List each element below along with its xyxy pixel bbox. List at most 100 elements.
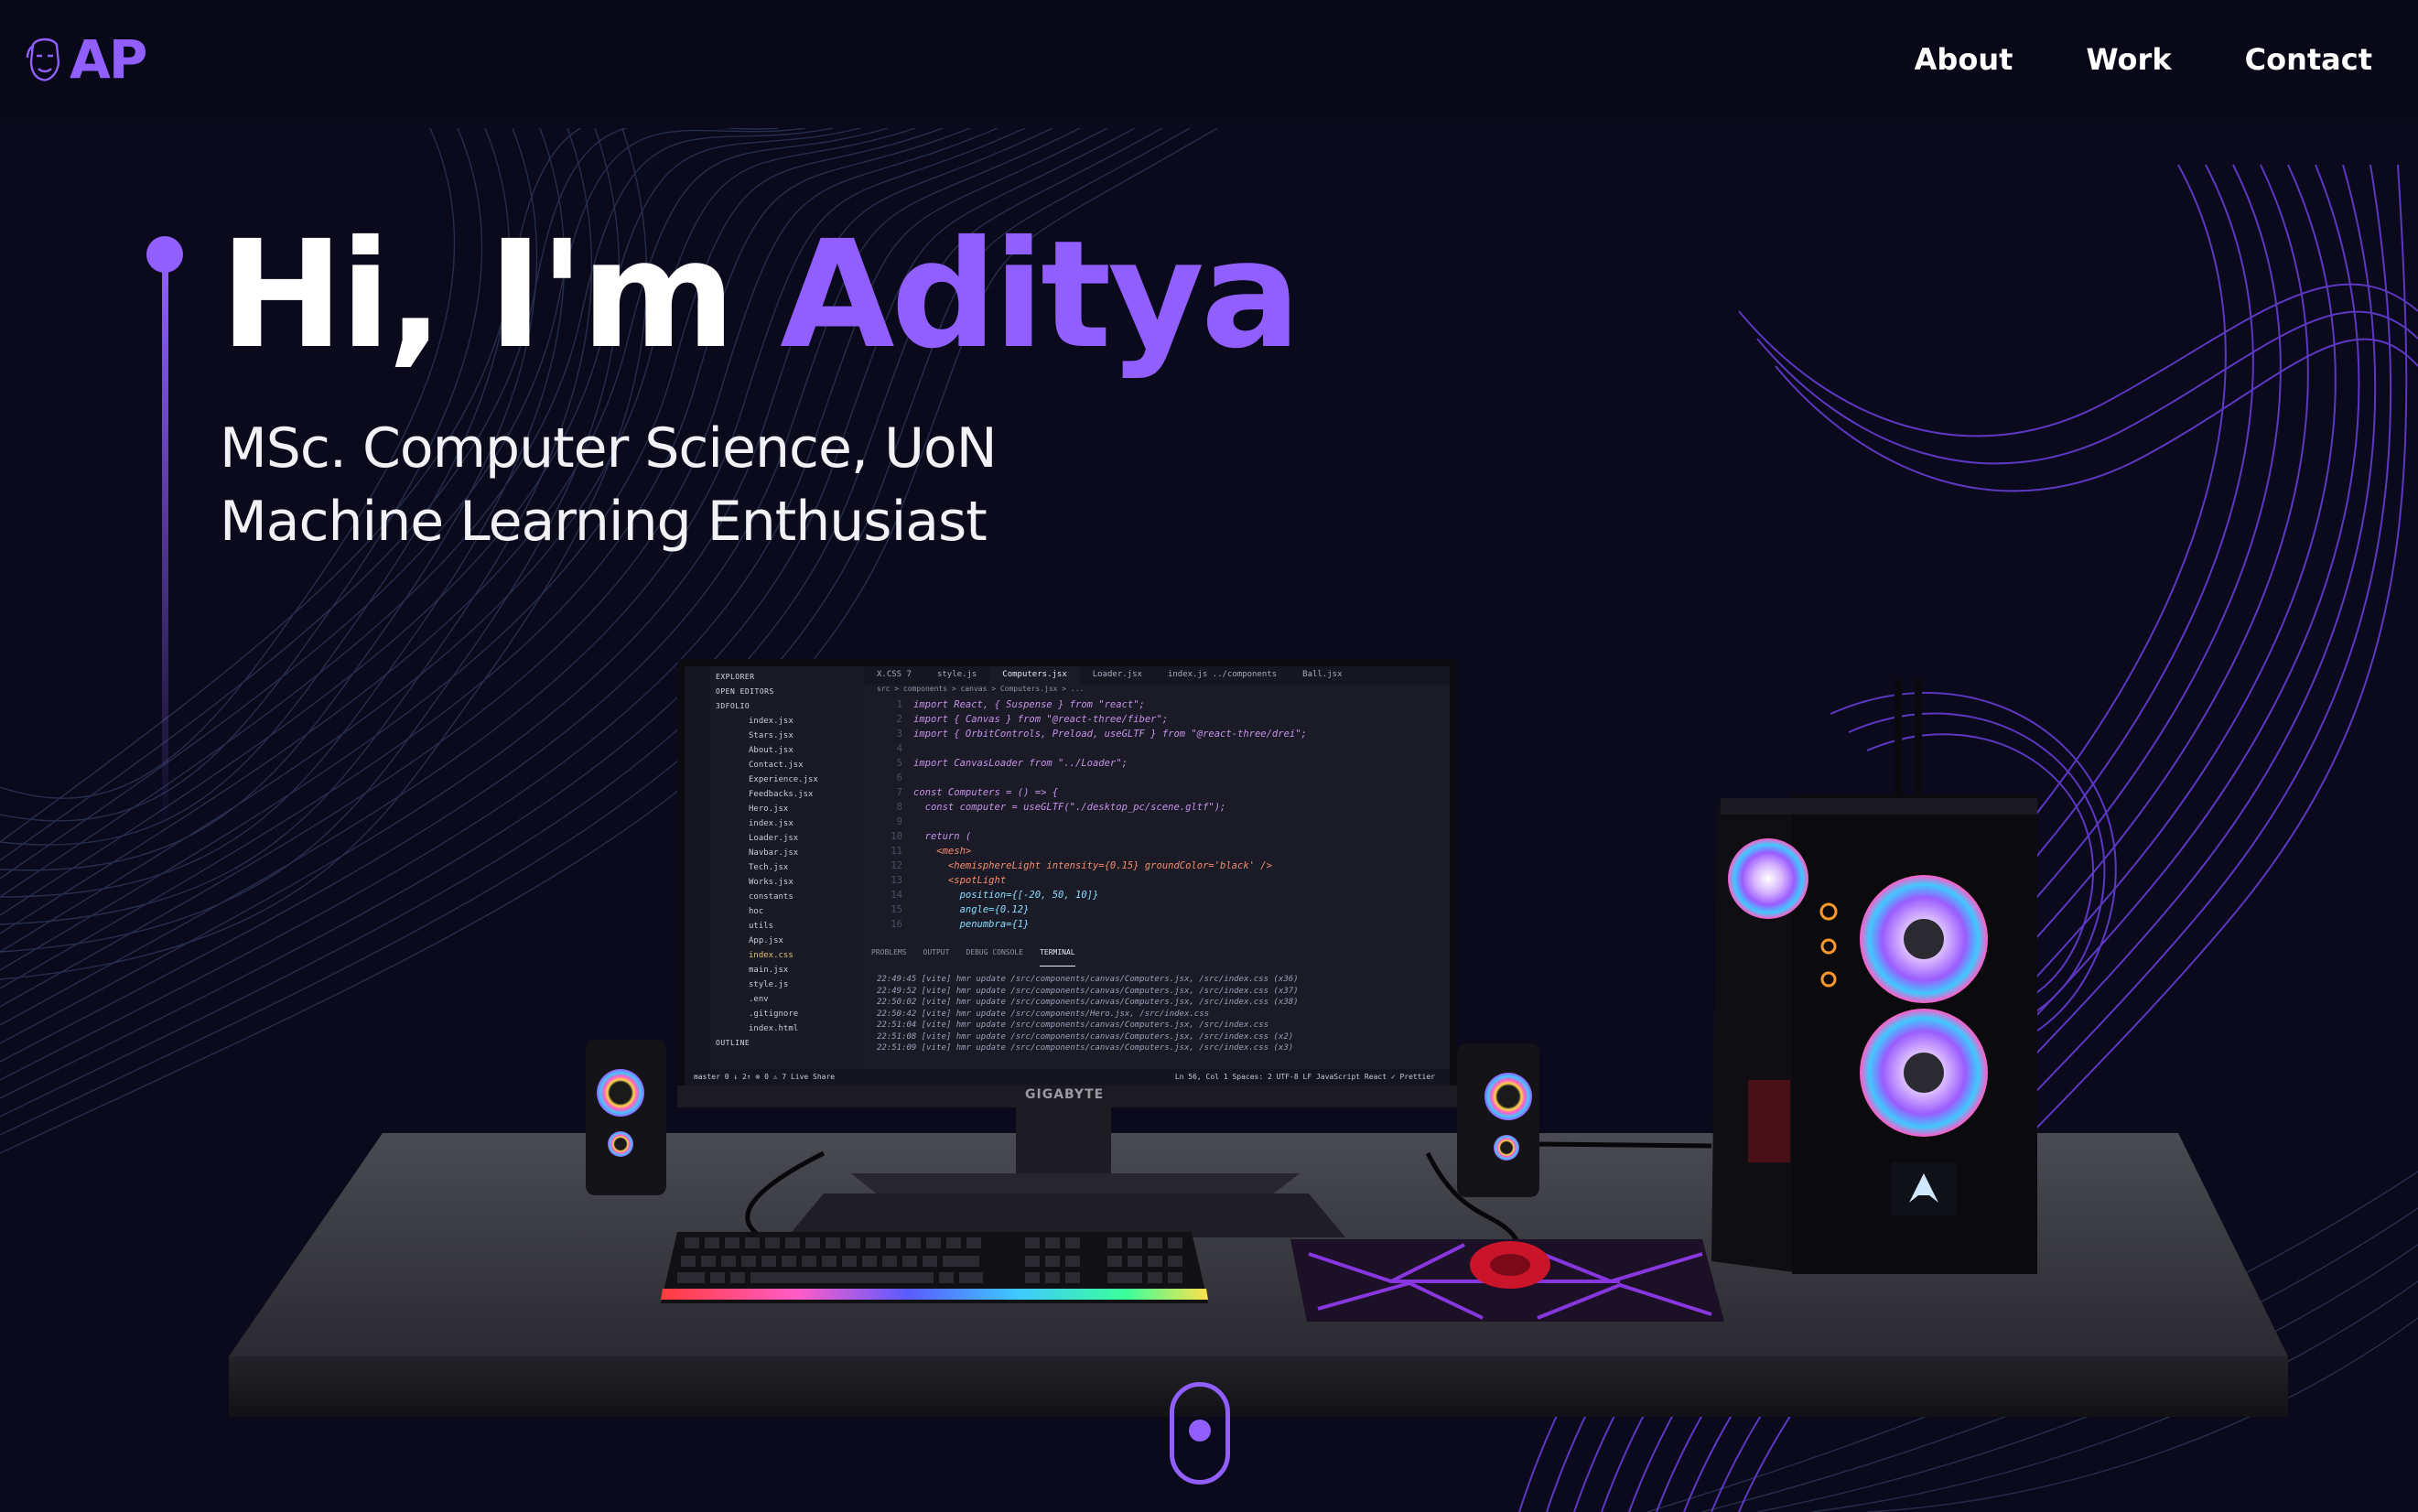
mouse-scroll-icon[interactable] [1170,1382,1230,1485]
explorer-folder: hoc [749,907,764,916]
keyboard-rgb-strip [661,1289,1208,1300]
monitor-foot [787,1193,1345,1237]
editor-status-bar: master 0 ↓ 2↑ ⊗ 0 ⚠ 7 Live Share Ln 56, … [685,1069,1450,1085]
code-line: 9 [873,815,1413,829]
line-number: 15 [891,904,902,915]
explorer-file: index.css [749,951,793,960]
hero-name: Aditya [780,210,1301,382]
hero-subtitle-line1: MSc. Computer Science, UoN [220,416,998,481]
code-line: 16 penumbra={1} [873,917,1413,932]
mouse-grip [1490,1254,1530,1276]
navbar: AP About Work Contact [0,0,2418,119]
line-number: 3 [896,729,902,740]
code-line: 14 position={[-20, 50, 10]} [873,888,1413,902]
pc-gpu [1748,1080,1790,1162]
nav-link-work[interactable]: Work [2086,42,2171,77]
explorer-file: index.jsx [749,819,793,828]
status-right: Ln 56, Col 1 Spaces: 2 UTF-8 LF JavaScri… [1174,1073,1435,1081]
code-text: const computer = useGLTF("./desktop_pc/s… [913,802,1226,813]
editor-tab: Ball.jsx [1302,670,1343,679]
editor-code: 1 import React, { Suspense } from "react"… [864,697,1413,930]
panel-tab: DEBUG CONSOLE [966,948,1024,956]
line-number: 1 [896,699,902,710]
router-antenna [1915,679,1922,807]
editor-activity-bar [685,666,710,1085]
editor-tab: style.js [936,670,977,679]
code-line: 2 import { Canvas } from "@react-three/fi… [873,712,1413,727]
line-number: 11 [891,846,902,857]
explorer-file: App.jsx [749,936,783,945]
terminal-line: 22:50:02 [vite] hmr update /src/componen… [877,998,1299,1007]
code-line: 5 import CanvasLoader from "../Loader"; [873,756,1413,771]
explorer-file: Navbar.jsx [749,848,799,858]
explorer-file: Hero.jsx [749,805,789,814]
editor-tab-active: Computers.jsx [989,666,1080,685]
line-number: 7 [896,787,902,798]
editor-tab: index.js ../components [1167,670,1278,679]
editor-tab: X.CSS 7 [877,670,912,679]
explorer-file: Loader.jsx [749,834,799,843]
project-folder: 3DFOLIO [716,702,750,710]
code-line: 13 <spotLight [873,873,1413,888]
outline-header: OUTLINE [716,1039,750,1047]
explorer-file: Experience.jsx [749,775,818,784]
line-number: 16 [891,919,902,930]
nav-link-contact[interactable]: Contact [2245,42,2372,77]
line-number: 8 [896,802,902,813]
code-text: angle={0.12} [913,904,1030,915]
terminal-line: 22:49:45 [vite] hmr update /src/componen… [877,975,1299,984]
explorer-folder: utils [749,922,774,931]
editor-tab: Loader.jsx [1092,670,1142,679]
speaker-left [586,1040,666,1195]
terminal-line: 22:51:04 [vite] hmr update /src/componen… [877,1021,1269,1030]
speaker-right [1457,1043,1539,1197]
speaker-right-tweeter [1494,1135,1519,1161]
code-line: 7 const Computers = () => { [873,785,1413,800]
editor-explorer: EXPLORER OPEN EDITORS 3DFOLIO index.jsx … [710,666,864,1069]
panel-tabs: PROBLEMS OUTPUT DEBUG CONSOLE TERMINAL [864,948,1450,967]
terminal-line: 22:51:08 [vite] hmr update /src/componen… [877,1031,1294,1042]
scroll-dot [1189,1420,1211,1442]
monitor-brand: GIGABYTE [1025,1087,1105,1102]
explorer-file: Contact.jsx [749,761,804,770]
router-antenna [1894,679,1902,807]
editor-tabs: X.CSS 7 style.js Computers.jsx Loader.js… [864,666,1450,685]
code-line: 15 angle={0.12} [873,902,1413,917]
code-text: penumbra={1} [913,919,1030,930]
logo[interactable]: AP [26,33,147,86]
line-number: 4 [896,743,902,754]
explorer-file: Stars.jsx [749,731,793,740]
code-text: <spotLight [913,875,1007,886]
code-line: 8 const computer = useGLTF("./desktop_pc… [873,800,1413,815]
explorer-folder: constants [749,892,793,902]
line-number: 2 [896,714,902,725]
explorer-file: .env [749,995,769,1004]
line-number: 5 [896,758,902,769]
code-text: import { Canvas } from "@react-three/fib… [913,714,1169,725]
explorer-file: About.jsx [749,746,793,755]
explorer-file: main.jsx [749,966,789,975]
line-number: 6 [896,772,902,783]
code-line: 10 return ( [873,829,1413,844]
panel-tab-active: TERMINAL [1040,948,1075,967]
cable [1538,1141,1712,1149]
hero-greeting: Hi, I'm [220,210,781,382]
pc-front-fan-top-hub [1904,919,1944,959]
code-text: const Computers = () => { [913,787,1059,798]
speaker-right-woofer [1484,1073,1532,1120]
panel-tab: OUTPUT [923,948,950,956]
explorer-file: .gitignore [749,1010,799,1019]
status-left: master 0 ↓ 2↑ ⊗ 0 ⚠ 7 Live Share [694,1073,836,1081]
code-text: import React, { Suspense } from "react"; [913,699,1145,710]
nav-link-about[interactable]: About [1915,42,2013,77]
code-line: 1 import React, { Suspense } from "react"… [873,697,1413,712]
explorer-header: EXPLORER [716,673,755,681]
speaker-left-tweeter [608,1131,633,1157]
line-number: 13 [891,875,902,886]
explorer-file: Feedbacks.jsx [749,790,814,799]
nav-links: About Work Contact [1915,42,2372,77]
panel-tab: PROBLEMS [871,948,907,956]
line-number: 12 [891,860,902,871]
code-line: 4 [873,741,1413,756]
explorer-file: index.jsx [749,717,793,726]
